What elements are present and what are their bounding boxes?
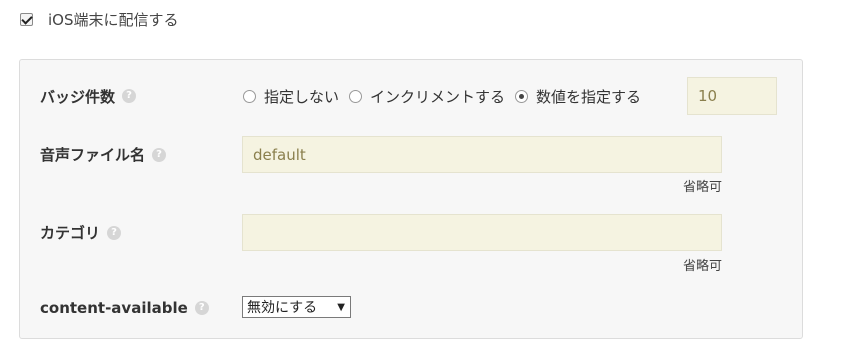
badge-option-none[interactable]: 指定しない <box>243 86 339 107</box>
optional-note: 省略可 <box>682 259 722 274</box>
sound-file-input[interactable]: default <box>242 136 722 173</box>
help-icon[interactable]: ? <box>152 147 167 162</box>
dropdown-arrow-icon: ▼ <box>337 301 345 313</box>
badge-count-label: バッジ件数 <box>40 87 116 106</box>
badge-count-input[interactable]: 10 <box>687 77 777 115</box>
content-available-label-row: content-available ? <box>40 296 209 320</box>
sound-file-label-row: 音声ファイル名 ? <box>40 136 167 173</box>
radio-label: インクリメントする <box>370 87 506 106</box>
radio-button[interactable] <box>243 89 256 103</box>
ios-delivery-label: iOS端末に配信する <box>48 10 179 29</box>
badge-count-label-row: バッジ件数 ? <box>40 77 137 115</box>
radio-button[interactable] <box>349 89 363 103</box>
ios-delivery-checkbox[interactable] <box>20 12 33 26</box>
radio-label: 指定しない <box>264 87 340 106</box>
category-label-row: カテゴリ ? <box>40 214 122 251</box>
badge-count-radio-group: 指定しない インクリメントする 数値を指定する <box>243 77 651 115</box>
select-value: 無効にする <box>247 300 318 316</box>
radio-label: 数値を指定する <box>536 87 642 106</box>
ios-delivery-row: iOS端末に配信する <box>20 9 179 29</box>
radio-button[interactable] <box>515 89 529 103</box>
badge-option-increment[interactable]: インクリメントする <box>349 86 505 107</box>
ios-settings-panel: バッジ件数 ? 指定しない インクリメントする 数値を指定する 10 音声ファイ… <box>19 59 803 339</box>
content-available-select[interactable]: 無効にする ▼ <box>242 296 351 318</box>
category-input[interactable] <box>242 214 722 251</box>
content-available-label: content-available <box>40 299 188 317</box>
category-label: カテゴリ <box>40 224 101 242</box>
sound-file-label: 音声ファイル名 <box>40 146 146 164</box>
help-icon[interactable]: ? <box>107 225 122 240</box>
help-icon[interactable]: ? <box>194 301 209 315</box>
optional-note: 省略可 <box>682 180 722 195</box>
help-icon[interactable]: ? <box>122 89 137 103</box>
badge-option-specify[interactable]: 数値を指定する <box>515 86 641 107</box>
